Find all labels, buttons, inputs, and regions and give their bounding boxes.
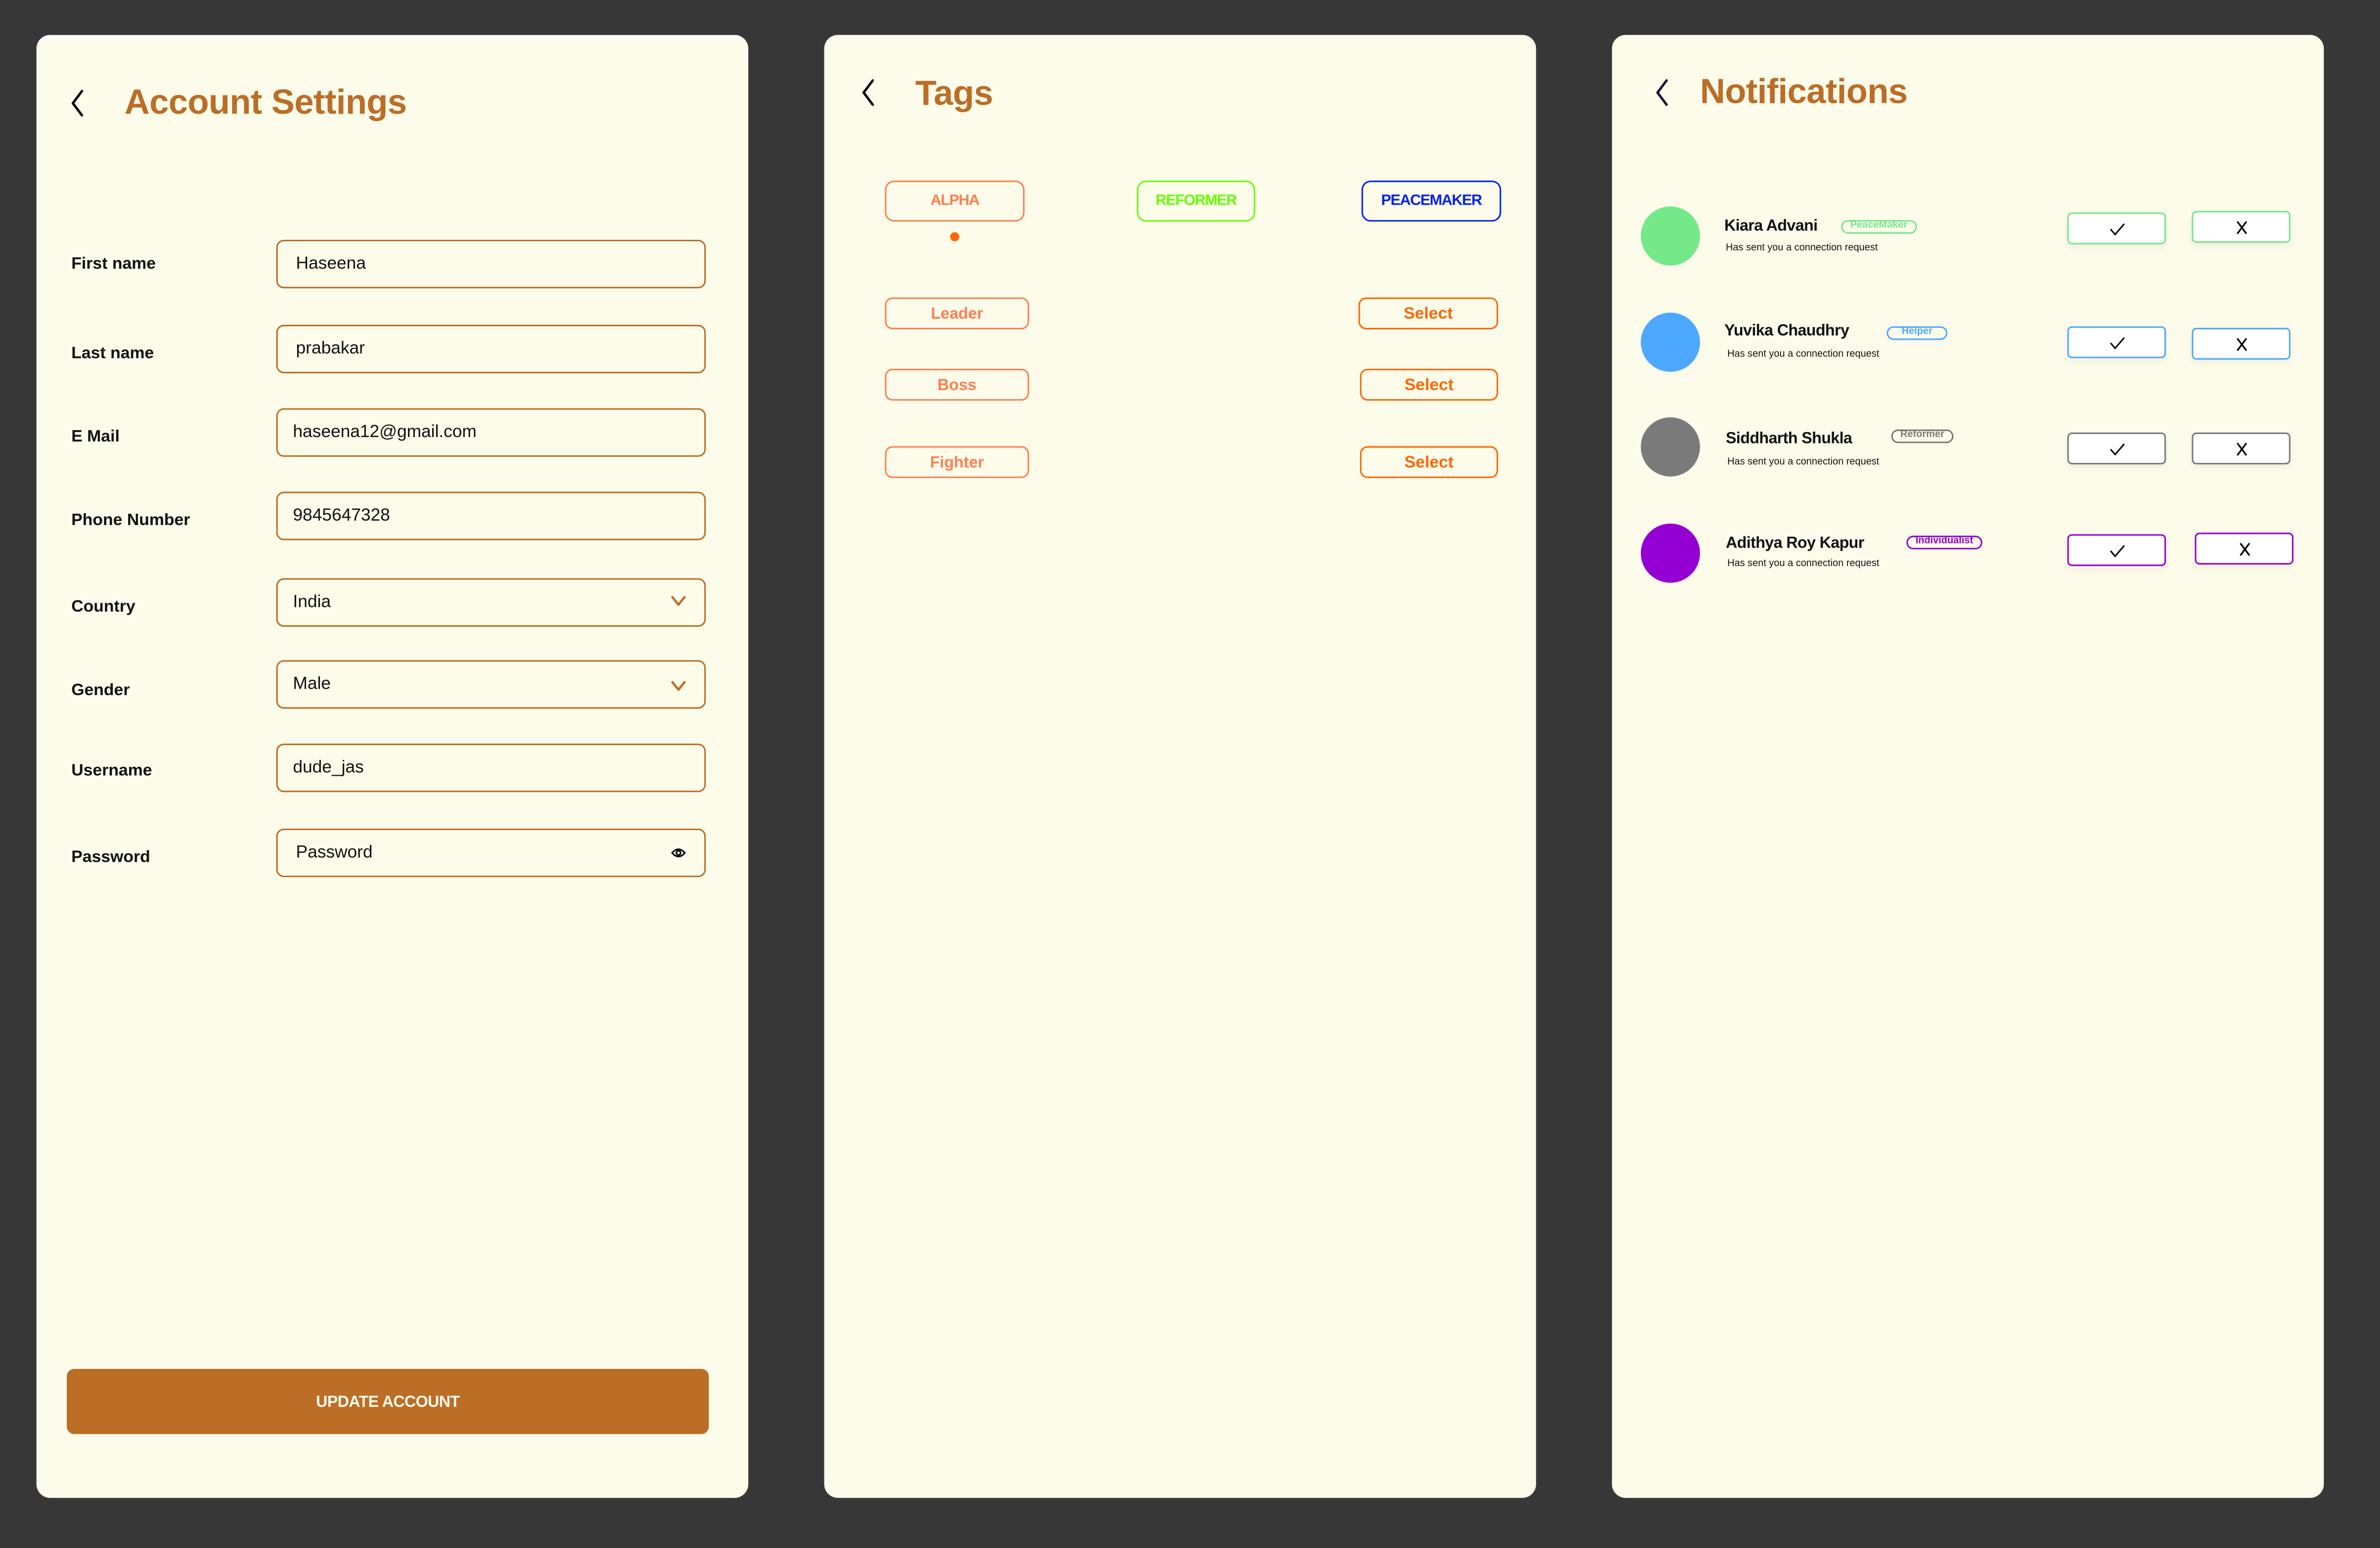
country-label: Country [71, 598, 135, 617]
notification-message: Has sent you a connection request [1727, 558, 1880, 570]
page-title: Tags [915, 73, 993, 113]
notification-name: Kiara Advani [1724, 217, 1818, 235]
select-fighter-button[interactable]: Select [1360, 446, 1498, 478]
select-leader-button[interactable]: Select [1358, 297, 1498, 330]
username-input[interactable]: dude_jas [276, 744, 706, 793]
close-icon [2236, 442, 2246, 455]
tag-option-leader: Leader [885, 297, 1030, 330]
notification-message: Has sent you a connection request [1726, 243, 1878, 254]
chevron-down-icon[interactable] [671, 680, 686, 692]
tags-screen: Tags ALPHA REFORMER PEACEMAKER Leader Se… [824, 35, 1536, 1498]
accept-button[interactable] [2067, 432, 2166, 465]
reject-button[interactable] [2192, 328, 2290, 360]
email-label: E Mail [71, 428, 120, 446]
gender-label: Gender [71, 681, 130, 700]
phone-label: Phone Number [71, 511, 190, 530]
password-placeholder: Password [296, 843, 373, 862]
chevron-left-icon[interactable] [860, 79, 876, 106]
country-select[interactable]: India [276, 578, 706, 627]
password-input[interactable]: Password [276, 828, 706, 878]
reject-button[interactable] [2195, 532, 2294, 565]
notifications-screen: Notifications Kiara Advani PeaceMaker Ha… [1612, 35, 2324, 1498]
chevron-left-icon[interactable] [1655, 79, 1670, 106]
page-title: Notifications [1700, 71, 1908, 111]
close-icon [2236, 220, 2246, 234]
check-icon [2109, 336, 2124, 349]
avatar [1641, 523, 1700, 583]
username-value: dude_jas [293, 758, 364, 777]
reject-button[interactable] [2192, 432, 2290, 465]
accept-button[interactable] [2067, 326, 2166, 358]
first-name-label: First name [71, 255, 156, 273]
last-name-input[interactable]: prabakar [276, 324, 706, 374]
first-name-value: Haseena [296, 255, 366, 273]
notification-message: Has sent you a connection request [1727, 456, 1880, 468]
tag-reformer[interactable]: REFORMER [1137, 180, 1256, 222]
tag-peacemaker[interactable]: PEACEMAKER [1361, 180, 1501, 222]
check-icon [2109, 222, 2124, 235]
phone-value: 9845647328 [293, 507, 390, 526]
personality-badge: PeaceMaker [1841, 220, 1917, 234]
notification-name: Adithya Roy Kapur [1726, 534, 1864, 553]
selected-indicator-dot [950, 232, 959, 242]
notification-message: Has sent you a connection request [1727, 349, 1880, 360]
update-account-button[interactable]: UPDATE ACCOUNT [67, 1369, 709, 1434]
email-value: haseena12@gmail.com [293, 423, 477, 442]
accept-button[interactable] [2067, 212, 2166, 245]
chevron-left-icon[interactable] [70, 89, 85, 117]
page-title: Account Settings [124, 82, 407, 122]
account-settings-screen: Account Settings First name Haseena Last… [36, 35, 749, 1498]
personality-badge: Individualist [1906, 535, 1982, 550]
avatar [1641, 417, 1700, 477]
password-label: Password [71, 848, 150, 867]
last-name-label: Last name [71, 344, 154, 363]
reject-button[interactable] [2192, 211, 2290, 243]
email-input[interactable]: haseena12@gmail.com [276, 408, 706, 457]
avatar [1641, 206, 1700, 266]
phone-input[interactable]: 9845647328 [276, 491, 706, 540]
select-boss-button[interactable]: Select [1360, 368, 1498, 401]
last-name-value: prabakar [296, 340, 365, 358]
tag-option-boss: Boss [885, 368, 1030, 401]
notification-name: Siddharth Shukla [1726, 429, 1852, 448]
check-icon [2109, 544, 2124, 557]
close-icon [2239, 542, 2249, 555]
close-icon [2236, 337, 2246, 351]
personality-badge: Helper [1886, 326, 1948, 340]
avatar [1641, 312, 1700, 372]
gender-select[interactable]: Male [276, 660, 706, 709]
notification-name: Yuvika Chaudhry [1724, 321, 1849, 340]
canvas: Account Settings First name Haseena Last… [0, 0, 2380, 1548]
country-value: India [293, 593, 331, 612]
tag-alpha[interactable]: ALPHA [885, 180, 1025, 222]
personality-badge: Reformer [1891, 429, 1954, 443]
accept-button[interactable] [2067, 534, 2166, 566]
eye-icon[interactable] [671, 847, 686, 859]
check-icon [2109, 442, 2124, 455]
gender-value: Male [293, 675, 331, 694]
chevron-down-icon[interactable] [671, 595, 686, 607]
first-name-input[interactable]: Haseena [276, 239, 706, 289]
username-label: Username [71, 761, 152, 780]
tag-option-fighter: Fighter [885, 446, 1030, 478]
